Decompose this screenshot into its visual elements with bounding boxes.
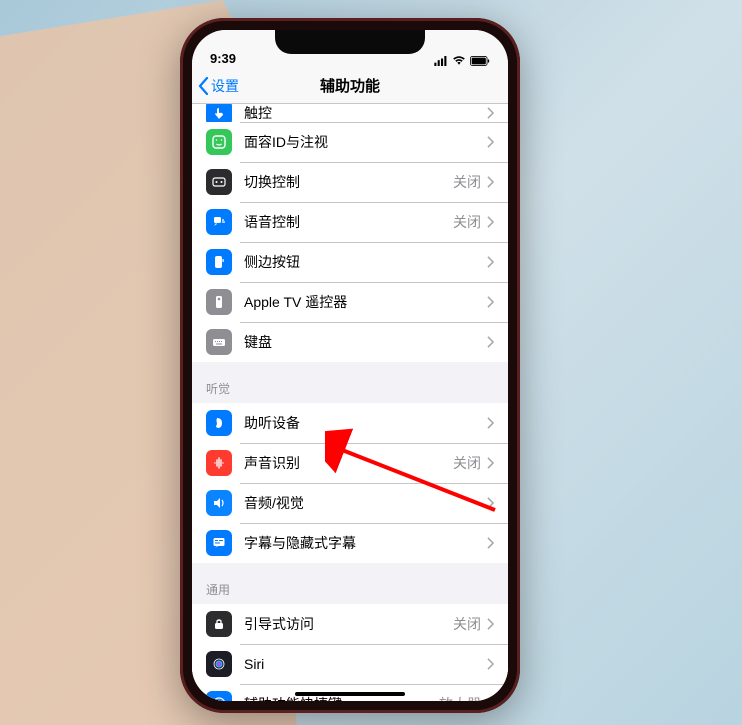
keyboard-icon: [206, 329, 232, 355]
chevron-right-icon: [487, 107, 494, 119]
back-label: 设置: [211, 76, 239, 96]
chevron-right-icon: [487, 537, 494, 549]
section-header-hearing: 听觉: [192, 362, 508, 403]
ear-icon: [206, 410, 232, 436]
row-label: Apple TV 遥控器: [244, 292, 487, 312]
row-sound-recognition[interactable]: 声音识别 关闭: [192, 443, 508, 483]
chevron-right-icon: [487, 658, 494, 670]
chevron-right-icon: [487, 698, 494, 701]
row-faceid[interactable]: 面容ID与注视: [192, 122, 508, 162]
speaker-icon: [206, 490, 232, 516]
row-label: 语音控制: [244, 212, 453, 232]
sound-recognition-icon: [206, 450, 232, 476]
row-label: Siri: [244, 656, 487, 672]
section-header-general: 通用: [192, 563, 508, 604]
chevron-right-icon: [487, 296, 494, 308]
row-label: 字幕与隐藏式字幕: [244, 533, 487, 553]
chevron-left-icon: [198, 77, 209, 95]
lock-icon: [206, 611, 232, 637]
cellular-icon: [434, 56, 448, 66]
chevron-right-icon: [487, 336, 494, 348]
row-label: 面容ID与注视: [244, 132, 487, 152]
row-value: 关闭: [453, 212, 481, 232]
back-button[interactable]: 设置: [198, 76, 239, 96]
row-siri[interactable]: Siri: [192, 644, 508, 684]
voice-control-icon: [206, 209, 232, 235]
row-appletv[interactable]: Apple TV 遥控器: [192, 282, 508, 322]
row-value: 关闭: [453, 614, 481, 634]
row-label: 触控: [244, 104, 487, 122]
row-value: 关闭: [453, 172, 481, 192]
battery-icon: [470, 56, 490, 66]
row-side-button[interactable]: 侧边按钮: [192, 242, 508, 282]
row-guided-access[interactable]: 引导式访问 关闭: [192, 604, 508, 644]
chevron-right-icon: [487, 417, 494, 429]
row-value: 放大器: [439, 694, 481, 701]
screen: 9:39 设置 辅助功能 触控: [192, 30, 508, 701]
faceid-icon: [206, 129, 232, 155]
chevron-right-icon: [487, 136, 494, 148]
row-keyboard[interactable]: 键盘: [192, 322, 508, 362]
notch: [275, 30, 425, 54]
nav-bar: 设置 辅助功能: [192, 68, 508, 104]
subtitles-icon: [206, 530, 232, 556]
row-label: 键盘: [244, 332, 487, 352]
row-switch-control[interactable]: 切换控制 关闭: [192, 162, 508, 202]
chevron-right-icon: [487, 256, 494, 268]
row-label: 音频/视觉: [244, 493, 487, 513]
row-audio-visual[interactable]: 音频/视觉: [192, 483, 508, 523]
chevron-right-icon: [487, 618, 494, 630]
accessibility-icon: [206, 691, 232, 701]
iphone-device: 9:39 设置 辅助功能 触控: [180, 18, 520, 713]
row-label: 切换控制: [244, 172, 453, 192]
row-subtitles[interactable]: 字幕与隐藏式字幕: [192, 523, 508, 563]
row-value: 关闭: [453, 453, 481, 473]
chevron-right-icon: [487, 457, 494, 469]
row-label: 助听设备: [244, 413, 487, 433]
status-time: 9:39: [210, 51, 236, 66]
touch-icon: [206, 104, 232, 122]
side-button-icon: [206, 249, 232, 275]
chevron-right-icon: [487, 497, 494, 509]
chevron-right-icon: [487, 216, 494, 228]
row-hearing-devices[interactable]: 助听设备: [192, 403, 508, 443]
row-label: 声音识别: [244, 453, 453, 473]
row-touch-partial[interactable]: 触控: [192, 104, 508, 122]
row-voice-control[interactable]: 语音控制 关闭: [192, 202, 508, 242]
row-label: 引导式访问: [244, 614, 453, 634]
chevron-right-icon: [487, 176, 494, 188]
home-indicator[interactable]: [295, 692, 405, 696]
siri-icon: [206, 651, 232, 677]
settings-list[interactable]: 触控 面容ID与注视 切换控制 关闭 语音控制 关闭: [192, 104, 508, 701]
nav-title: 辅助功能: [192, 75, 508, 96]
row-label: 侧边按钮: [244, 252, 487, 272]
wifi-icon: [452, 56, 466, 66]
appletv-remote-icon: [206, 289, 232, 315]
switch-control-icon: [206, 169, 232, 195]
